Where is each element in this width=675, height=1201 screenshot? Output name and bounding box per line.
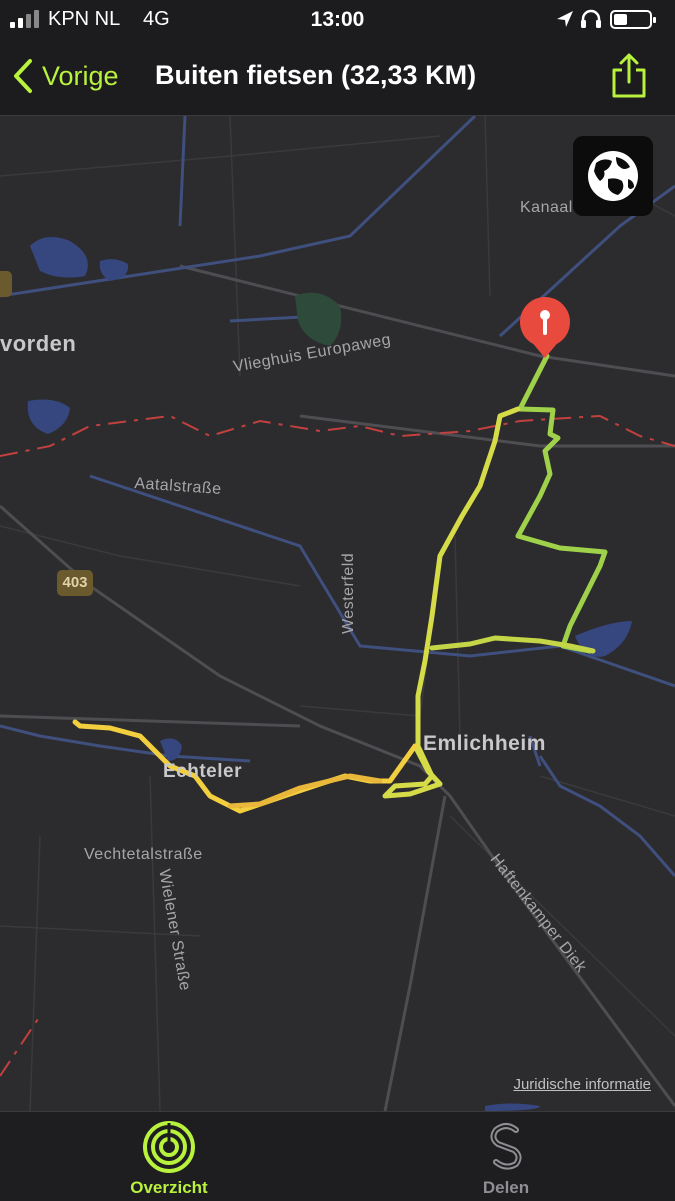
battery-icon xyxy=(610,10,656,29)
tab-delen[interactable]: Delen xyxy=(406,1112,606,1201)
route-map[interactable]: Kanaalweg vorden Vlieghuis Europaweg Aat… xyxy=(0,116,675,1111)
legal-info-link[interactable]: Juridische informatie xyxy=(513,1076,651,1093)
map-label-westerfeld: Westerfeld xyxy=(340,552,357,634)
map-label-coevorden: vorden xyxy=(0,331,77,356)
page-title: Buiten fietsen (32,33 KM) xyxy=(155,60,477,90)
map-label-vechtetalstrasse: Vechtetalstraße xyxy=(84,846,203,863)
tab-overzicht[interactable]: Overzicht xyxy=(69,1112,269,1201)
location-arrow-icon xyxy=(557,11,573,27)
status-bar: KPN NL 4G 13:00 xyxy=(0,0,675,40)
back-label: Vorige xyxy=(42,60,119,91)
tab-label-overzicht: Overzicht xyxy=(130,1178,208,1197)
map-label-echteler: Echteler xyxy=(163,761,242,782)
end-pin-icon xyxy=(520,297,570,358)
road-shield-403: 403 xyxy=(57,570,93,596)
back-button[interactable]: Vorige xyxy=(12,54,119,98)
globe-icon xyxy=(588,151,638,201)
sharing-icon xyxy=(490,1123,522,1170)
tab-bar: Overzicht Delen xyxy=(0,1111,675,1201)
tab-label-delen: Delen xyxy=(482,1178,530,1197)
road-shield-2: 2 xyxy=(0,271,12,297)
headphones-icon xyxy=(581,9,601,28)
map-label-emlichheim: Emlichheim xyxy=(423,732,546,755)
share-button[interactable] xyxy=(609,52,649,100)
navigation-bar: Vorige Buiten fietsen (32,33 KM) xyxy=(0,40,675,116)
status-icons xyxy=(557,9,656,29)
share-icon xyxy=(612,53,646,98)
activity-rings-icon xyxy=(143,1121,195,1173)
map-type-button[interactable] xyxy=(573,136,653,216)
chevron-left-icon xyxy=(14,59,32,93)
